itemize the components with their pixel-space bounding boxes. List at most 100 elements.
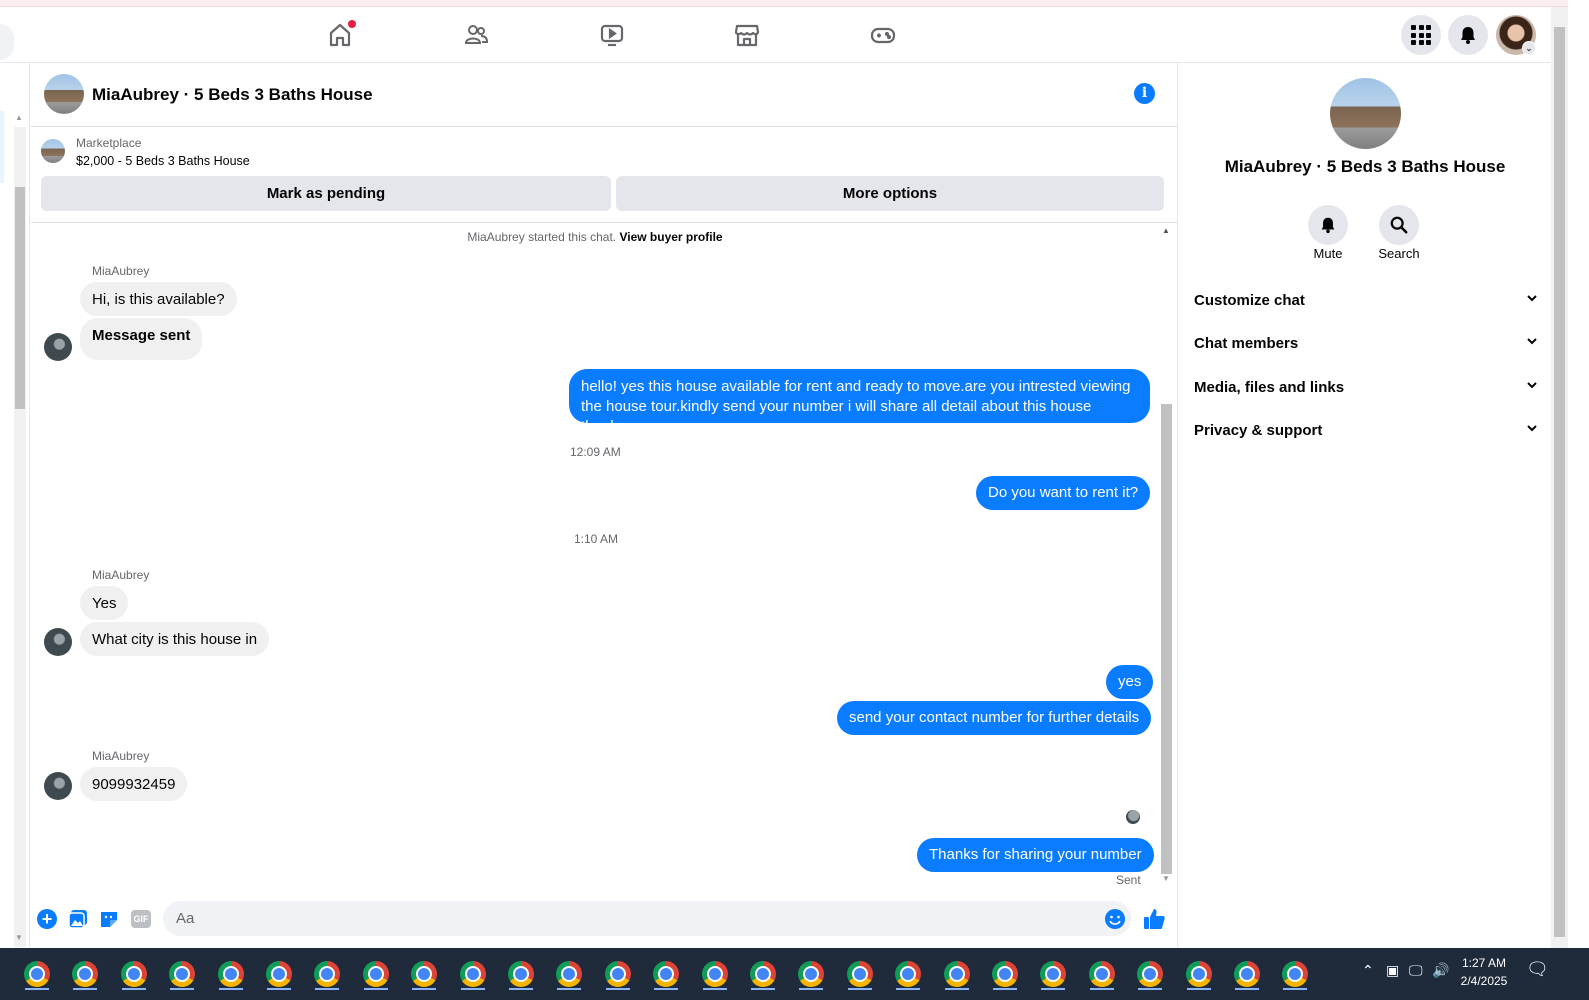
home-icon[interactable] xyxy=(320,17,360,53)
chrome-taskbar-icon[interactable] xyxy=(940,956,974,992)
chrome-taskbar-icon[interactable] xyxy=(407,956,441,992)
sender-avatar[interactable] xyxy=(44,333,72,361)
chrome-taskbar-icon[interactable] xyxy=(891,956,925,992)
scroll-down-arrow-icon[interactable]: ▼ xyxy=(15,933,23,942)
outgoing-message[interactable]: yes xyxy=(1106,665,1154,699)
thread-scrollbar[interactable]: ▲ ▼ xyxy=(1159,224,1175,890)
chrome-taskbar-icon[interactable] xyxy=(988,956,1022,992)
volume-icon[interactable]: 🔊 xyxy=(1432,962,1449,979)
thread-scrollbar-thumb[interactable] xyxy=(1161,404,1172,874)
chrome-taskbar-icon[interactable] xyxy=(359,956,393,992)
chat-header: MiaAubrey · 5 Beds 3 Baths House i xyxy=(31,63,1177,127)
chrome-taskbar-icon[interactable] xyxy=(1036,956,1070,992)
incoming-message[interactable]: Yes xyxy=(80,586,129,620)
watch-icon[interactable] xyxy=(592,17,632,53)
chrome-taskbar-icon[interactable] xyxy=(310,956,344,992)
chrome-taskbar-icon[interactable] xyxy=(117,956,151,992)
chrome-taskbar-icon[interactable] xyxy=(1230,956,1264,992)
friends-icon[interactable] xyxy=(456,17,496,53)
listing-price-title[interactable]: $2,000 - 5 Beds 3 Baths House xyxy=(76,154,250,168)
info-icon[interactable]: i xyxy=(1134,83,1155,104)
chrome-taskbar-icon[interactable] xyxy=(794,956,828,992)
chrome-taskbar-icon[interactable] xyxy=(746,956,780,992)
scroll-down-arrow-icon[interactable]: ▼ xyxy=(1162,874,1170,883)
bell-icon xyxy=(1321,217,1335,234)
sender-avatar[interactable] xyxy=(44,772,72,800)
photo-icon[interactable] xyxy=(66,907,90,931)
notifications-button[interactable] xyxy=(1448,15,1488,55)
chrome-taskbar-icon[interactable] xyxy=(1278,956,1312,992)
outgoing-message[interactable]: hello! yes this house available for rent… xyxy=(569,369,1150,435)
plus-icon[interactable]: + xyxy=(35,907,59,931)
chrome-taskbar-icon[interactable] xyxy=(552,956,586,992)
profile-avatar-large[interactable] xyxy=(1330,78,1401,149)
scroll-up-arrow-icon[interactable]: ▲ xyxy=(1162,226,1170,235)
incoming-message[interactable]: Message sent xyxy=(80,318,203,360)
left-scrollbar-thumb[interactable] xyxy=(15,187,25,409)
outgoing-message[interactable]: send your contact number for further det… xyxy=(837,701,1152,735)
taskbar-clock[interactable]: 1:27 AM 2/4/2025 xyxy=(1452,948,1516,1000)
running-indicator xyxy=(121,988,146,990)
search-field-stub[interactable] xyxy=(0,24,14,60)
page-scrollbar-thumb[interactable] xyxy=(1554,27,1565,937)
listing-thumbnail[interactable] xyxy=(41,139,65,163)
action-center-icon[interactable]: 🗨 xyxy=(1526,959,1549,980)
chrome-taskbar-icon[interactable] xyxy=(843,956,877,992)
chrome-taskbar-icon[interactable] xyxy=(165,956,199,992)
running-indicator xyxy=(1041,988,1066,990)
meet-now-icon[interactable]: ▣ xyxy=(1386,962,1399,979)
marketplace-listing-bar: Marketplace $2,000 - 5 Beds 3 Baths Hous… xyxy=(31,127,1177,223)
running-indicator xyxy=(315,988,340,990)
account-avatar[interactable]: ⌄ xyxy=(1496,15,1536,55)
section-media-files-links[interactable]: Media, files and links xyxy=(1194,367,1539,407)
running-indicator xyxy=(702,988,727,990)
chrome-taskbar-icon[interactable] xyxy=(698,956,732,992)
chrome-icon xyxy=(72,961,99,987)
chrome-taskbar-icon[interactable] xyxy=(456,956,490,992)
thumbs-up-icon[interactable] xyxy=(1142,907,1166,931)
incoming-message[interactable]: 9099932459 xyxy=(80,767,188,801)
running-indicator xyxy=(1283,988,1308,990)
marketplace-icon[interactable] xyxy=(727,17,767,53)
chrome-icon xyxy=(701,961,728,987)
page-scrollbar[interactable] xyxy=(1551,7,1568,948)
chrome-taskbar-icon[interactable] xyxy=(1182,956,1216,992)
chrome-taskbar-icon[interactable] xyxy=(20,956,54,992)
section-privacy-support[interactable]: Privacy & support xyxy=(1194,410,1539,450)
chrome-icon xyxy=(362,961,389,987)
search-button[interactable] xyxy=(1379,205,1419,245)
chrome-taskbar-icon[interactable] xyxy=(601,956,635,992)
outgoing-message[interactable]: Thanks for sharing your number xyxy=(917,838,1154,872)
sticker-icon[interactable] xyxy=(97,907,121,931)
menu-grid-button[interactable] xyxy=(1401,15,1441,55)
outgoing-message[interactable]: Do you want to rent it? xyxy=(976,476,1151,510)
running-indicator xyxy=(170,988,195,990)
chrome-taskbar-icon[interactable] xyxy=(1085,956,1119,992)
mute-button[interactable] xyxy=(1308,205,1348,245)
show-hidden-icons-icon[interactable]: ⌃ xyxy=(1362,962,1374,979)
chrome-taskbar-icon[interactable] xyxy=(214,956,248,992)
mark-as-pending-button[interactable]: Mark as pending xyxy=(41,176,611,211)
message-input[interactable]: Aa xyxy=(163,901,1131,936)
chat-avatar[interactable] xyxy=(44,74,84,114)
chrome-taskbar-icon[interactable] xyxy=(1133,956,1167,992)
gaming-icon[interactable] xyxy=(863,17,903,53)
chrome-taskbar-icon[interactable] xyxy=(262,956,296,992)
chrome-icon xyxy=(1234,961,1260,987)
view-buyer-profile-link[interactable]: View buyer profile xyxy=(619,230,722,244)
sender-avatar[interactable] xyxy=(44,628,72,656)
emoji-icon[interactable] xyxy=(1103,907,1127,931)
scroll-up-arrow-icon[interactable]: ▲ xyxy=(15,113,23,122)
chat-title[interactable]: MiaAubrey · 5 Beds 3 Baths House xyxy=(92,85,373,105)
incoming-message[interactable]: Hi, is this available? xyxy=(80,282,237,316)
chrome-taskbar-icon[interactable] xyxy=(68,956,102,992)
chrome-taskbar-icon[interactable] xyxy=(649,956,683,992)
more-options-button[interactable]: More options xyxy=(616,176,1164,211)
mute-label: Mute xyxy=(1313,246,1343,261)
incoming-message[interactable]: What city is this house in xyxy=(80,622,270,656)
chrome-taskbar-icon[interactable] xyxy=(504,956,538,992)
gif-icon[interactable]: GIF xyxy=(129,907,153,931)
section-customize-chat[interactable]: Customize chat xyxy=(1194,280,1539,320)
section-chat-members[interactable]: Chat members xyxy=(1194,323,1539,363)
network-icon[interactable]: 🖵 xyxy=(1409,962,1423,979)
